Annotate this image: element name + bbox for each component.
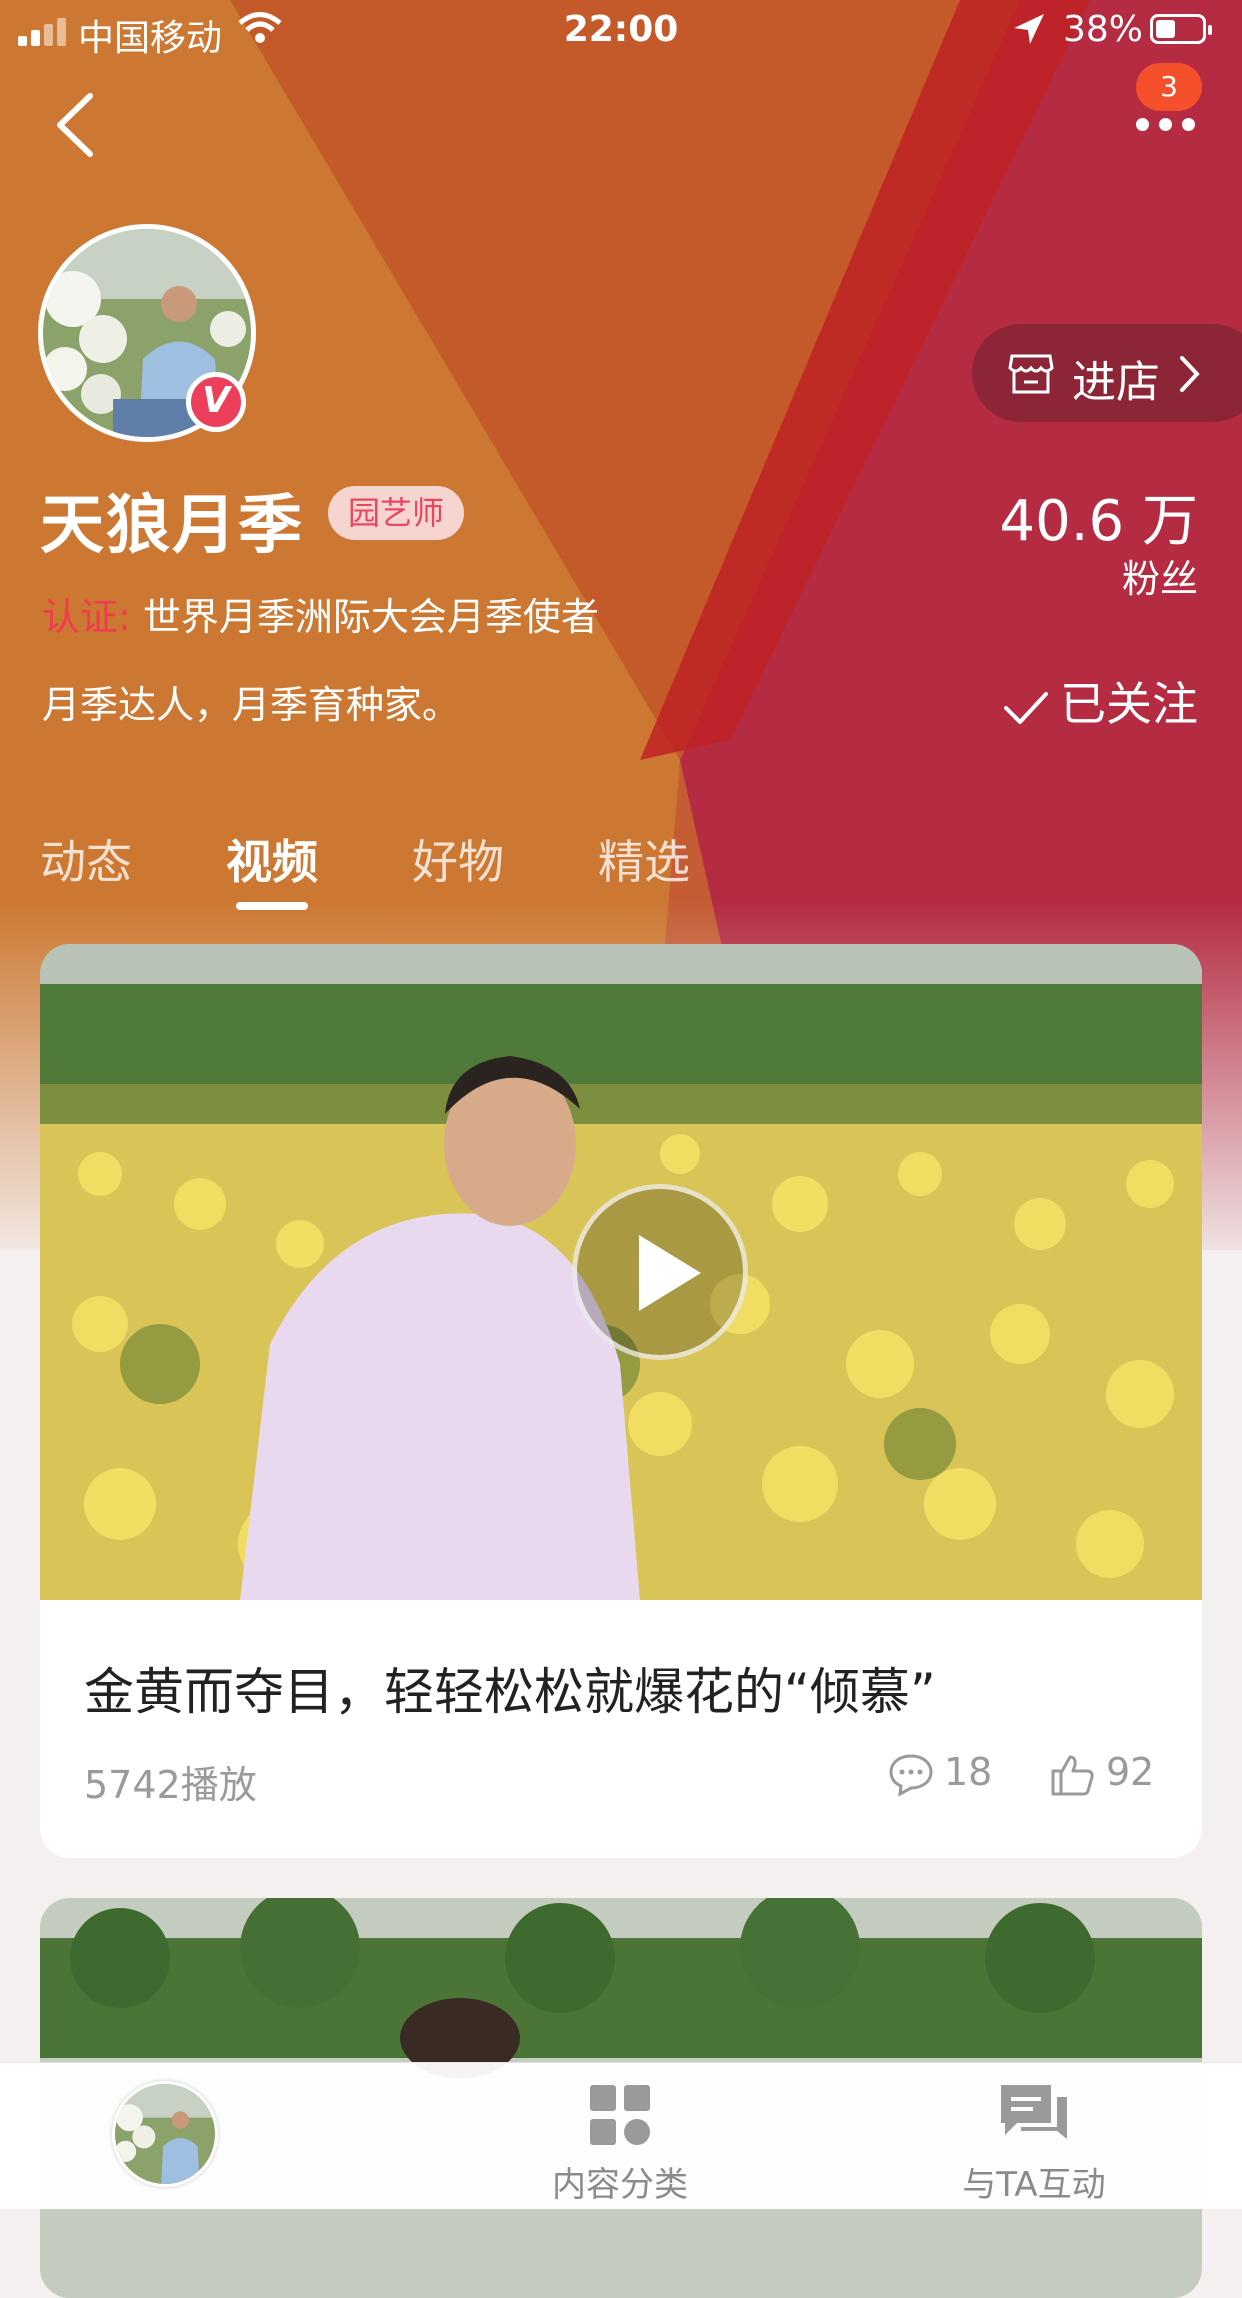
role-tag: 园艺师: [328, 486, 465, 540]
enter-shop-button[interactable]: 进店: [972, 324, 1242, 422]
tab-dynamics[interactable]: 动态: [40, 826, 132, 892]
grid-icon: [590, 2085, 650, 2145]
battery-percent: 38%: [1063, 9, 1144, 50]
tab-goods[interactable]: 好物: [412, 826, 504, 892]
active-tab-indicator: [236, 902, 308, 910]
shop-button-label: 进店: [1072, 357, 1160, 408]
verified-badge-icon: V: [186, 372, 246, 432]
status-bar: 中国移动 22:00 38%: [0, 0, 1242, 62]
comment-icon: [889, 1753, 933, 1797]
bottom-avatar[interactable]: [112, 2081, 218, 2187]
fans-count: 40.6 万: [999, 489, 1199, 554]
back-button[interactable]: [52, 90, 100, 160]
video-thumbnail[interactable]: [40, 944, 1202, 1600]
follow-label: 已关注: [1060, 677, 1198, 731]
interact-label: 与TA互动: [962, 2165, 1106, 2205]
video-title[interactable]: 金黄而夺目，轻轻松松就爆花的“倾慕”: [84, 1652, 936, 1724]
location-arrow-icon: [1012, 12, 1046, 55]
interact-tab[interactable]: 与TA互动: [884, 2063, 1184, 2209]
battery-icon: [1150, 14, 1212, 44]
cert-label: 认证:: [42, 595, 131, 639]
content-category-label: 内容分类: [552, 2165, 688, 2205]
more-menu-icon[interactable]: [1136, 118, 1196, 132]
fans-label: 粉丝: [1121, 557, 1198, 601]
comment-count[interactable]: 18: [888, 1750, 992, 1797]
profile-name: 天狼月季: [40, 489, 304, 563]
play-icon[interactable]: [572, 1184, 748, 1360]
follow-button[interactable]: 已关注: [1002, 668, 1198, 734]
chevron-left-icon: [57, 93, 93, 157]
check-icon: [1004, 691, 1048, 724]
bottom-tab-bar: 内容分类 与TA互动: [0, 2062, 1242, 2209]
profile-bio: 月季达人，月季育种家。: [42, 683, 461, 727]
notification-badge[interactable]: 3: [1136, 63, 1202, 111]
comment-count-value: 18: [944, 1750, 993, 1794]
play-count: 5742播放: [84, 1763, 257, 1807]
cert-text: 世界月季洲际大会月季使者: [142, 595, 599, 639]
shop-icon: [1008, 352, 1054, 405]
like-count-value: 92: [1106, 1750, 1155, 1794]
video-card[interactable]: 金黄而夺目，轻轻松松就爆花的“倾慕” 5742播放 18 92: [40, 944, 1202, 1858]
chevron-right-icon: [1177, 354, 1201, 405]
like-count[interactable]: 92: [1050, 1750, 1154, 1797]
chat-icon: [1001, 2085, 1067, 2139]
certification: 认证: 世界月季洲际大会月季使者: [42, 586, 599, 641]
tab-videos[interactable]: 视频: [226, 826, 318, 892]
thumbs-up-icon: [1051, 1755, 1094, 1795]
clock: 22:00: [563, 9, 679, 50]
tab-featured[interactable]: 精选: [598, 826, 690, 892]
content-category-tab[interactable]: 内容分类: [470, 2063, 770, 2209]
